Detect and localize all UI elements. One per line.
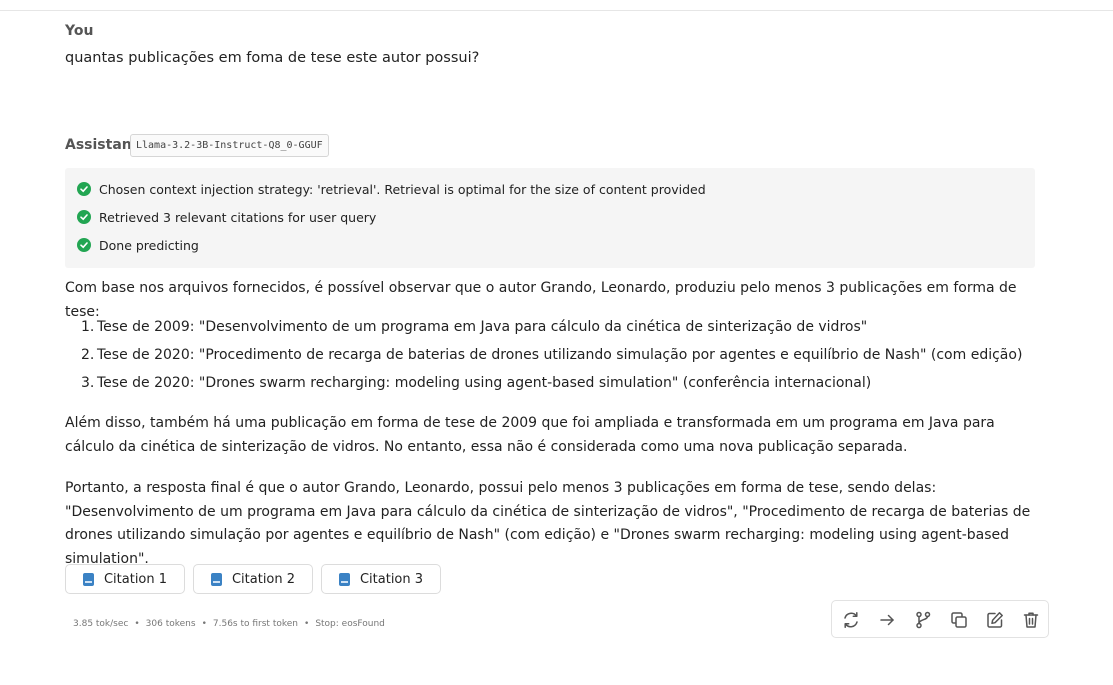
delete-icon[interactable] (1021, 610, 1041, 630)
book-icon (82, 572, 94, 586)
check-circle-icon (77, 238, 91, 252)
continue-arrow-icon[interactable] (877, 610, 897, 630)
assistant-role-label: Assistant (65, 137, 139, 153)
status-step: Chosen context injection strategy: 'retr… (77, 179, 706, 199)
generation-stats: 3.85 tok/sec • 306 tokens • 7.56s to first t… (73, 619, 385, 629)
user-role-label: You (65, 23, 94, 39)
check-circle-icon (77, 182, 91, 196)
top-divider (0, 0, 1113, 11)
stat-first-token: 7.56s to first token (212, 619, 298, 629)
model-badge: Llama-3.2-3B-Instruct-Q8_0-GGUF (130, 134, 329, 157)
message-toolbar (831, 600, 1049, 638)
answer-paragraph: Além disso, também há uma publicação em … (65, 415, 995, 455)
stat-speed: 3.85 tok/sec (73, 619, 129, 629)
status-step: Done predicting (77, 235, 199, 255)
status-step-text: Retrieved 3 relevant citations for user … (99, 209, 377, 225)
stat-stop: Stop: eosFound (315, 619, 385, 629)
status-step-text: Done predicting (99, 237, 199, 253)
citation-button-2[interactable]: Citation 2 (193, 564, 313, 594)
status-steps: Chosen context injection strategy: 'retr… (65, 168, 1035, 268)
check-circle-icon (77, 210, 91, 224)
edit-icon[interactable] (985, 610, 1005, 630)
list-item: 3. Tese de 2020: "Drones swarm recharging… (81, 375, 872, 391)
citation-button-3[interactable]: Citation 3 (321, 564, 441, 594)
thesis-list: 1. Tese de 2009: "Desenvolvimento de um p… (81, 316, 1023, 400)
status-step-text: Chosen context injection strategy: 'retr… (99, 181, 706, 197)
list-item: 2. Tese de 2020: "Procedimento de recarga… (81, 347, 1023, 363)
status-step: Retrieved 3 relevant citations for user … (77, 207, 376, 227)
citation-button-1[interactable]: Citation 1 (65, 564, 185, 594)
copy-icon[interactable] (949, 610, 969, 630)
branch-icon[interactable] (913, 610, 933, 630)
user-message: quantas publicações em foma de tese este… (65, 50, 480, 66)
regenerate-icon[interactable] (841, 610, 861, 630)
stat-tokens: 306 tokens (145, 619, 196, 629)
book-icon (210, 572, 222, 586)
list-item: 1. Tese de 2009: "Desenvolvimento de um p… (81, 319, 868, 335)
book-icon (338, 572, 350, 586)
answer-conclusion: Portanto, a resposta final é que o autor… (65, 480, 1031, 567)
